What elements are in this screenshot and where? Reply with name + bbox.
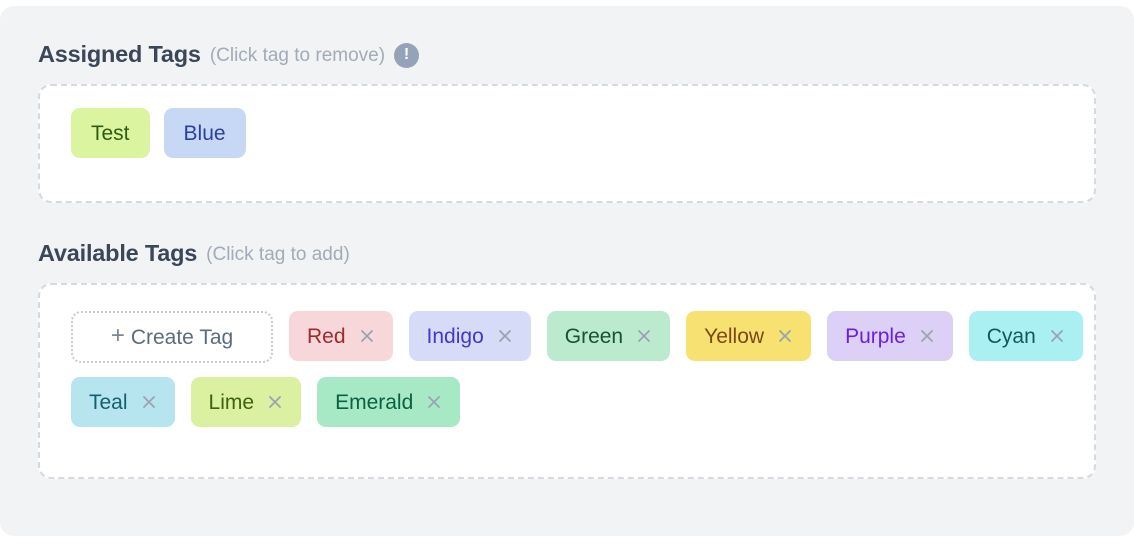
tag-label: Cyan	[986, 324, 1036, 348]
available-tags-dropzone[interactable]: + Create Tag Red Indigo Green Yellow Purple C…	[38, 283, 1096, 479]
assigned-tags-dropzone[interactable]: Test Blue	[38, 84, 1096, 203]
tag-chip-emerald[interactable]: Emerald	[317, 377, 461, 427]
tag-label: Emerald	[335, 390, 414, 414]
tag-label: Green	[564, 324, 624, 348]
tag-chip-indigo[interactable]: Indigo	[408, 311, 531, 361]
available-tags-header: Available Tags (Click tag to add)	[38, 239, 1096, 269]
tag-label: Red	[307, 324, 346, 348]
tag-chip-blue[interactable]: Blue	[163, 108, 246, 158]
exclamation-circle-icon[interactable]: !	[394, 42, 420, 68]
tag-label: Purple	[845, 324, 906, 348]
tag-label: Lime	[208, 390, 255, 414]
close-x-icon[interactable]	[141, 394, 157, 410]
tag-chip-green[interactable]: Green	[546, 311, 671, 361]
close-x-icon[interactable]	[777, 328, 793, 344]
close-x-icon[interactable]	[497, 328, 513, 344]
tag-label: Test	[91, 121, 130, 145]
plus-icon: +	[110, 322, 125, 349]
tag-chip-red[interactable]: Red	[289, 311, 393, 361]
tag-label: Blue	[183, 121, 226, 145]
close-x-icon[interactable]	[267, 394, 283, 410]
tag-label: Yellow	[704, 324, 765, 348]
close-x-icon[interactable]	[359, 328, 375, 344]
tag-chip-cyan[interactable]: Cyan	[968, 311, 1083, 361]
create-tag-label: Create Tag	[130, 325, 234, 349]
tag-chip-yellow[interactable]: Yellow	[686, 311, 812, 361]
tag-label: Indigo	[426, 324, 484, 348]
assigned-tags-hint: (Click tag to remove)	[209, 44, 386, 66]
tag-chip-test[interactable]: Test	[71, 108, 150, 158]
tag-label: Teal	[89, 390, 128, 414]
close-x-icon[interactable]	[1049, 328, 1065, 344]
close-x-icon[interactable]	[919, 328, 935, 344]
tag-manager-panel: Assigned Tags (Click tag to remove) ! Te…	[0, 6, 1134, 536]
available-tags-hint: (Click tag to add)	[206, 243, 350, 265]
tag-manager-page: Assigned Tags (Click tag to remove) ! Te…	[0, 0, 1134, 560]
tag-chip-teal[interactable]: Teal	[71, 377, 175, 427]
tag-chip-lime[interactable]: Lime	[190, 377, 302, 427]
assigned-tags-header: Assigned Tags (Click tag to remove) !	[38, 40, 1096, 70]
close-x-icon[interactable]	[636, 328, 652, 344]
assigned-tags-title: Assigned Tags	[38, 41, 201, 68]
tag-chip-purple[interactable]: Purple	[827, 311, 953, 361]
close-x-icon[interactable]	[426, 394, 442, 410]
create-tag-button[interactable]: + Create Tag	[71, 311, 273, 363]
available-tags-title: Available Tags	[38, 240, 198, 267]
